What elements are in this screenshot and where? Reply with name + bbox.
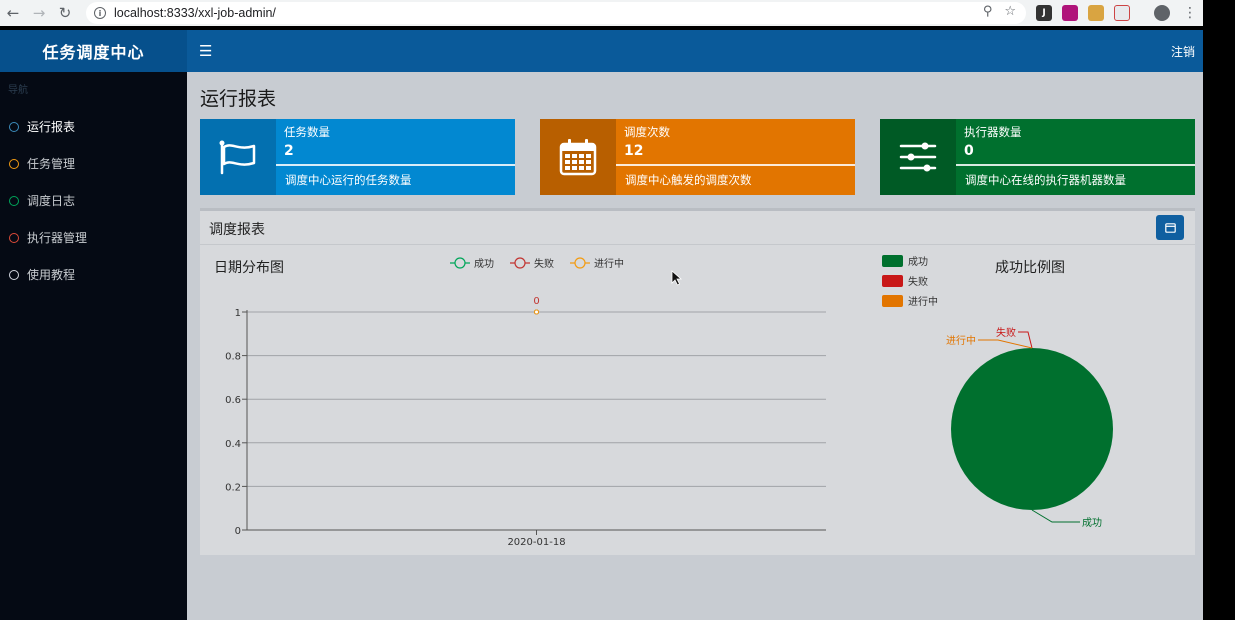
url-text: localhost:8333/xxl-job-admin/ <box>114 6 276 20</box>
legend-label: 成功 <box>474 258 494 270</box>
pie-slice <box>951 348 1113 510</box>
pie-label: 成功 <box>1082 517 1102 529</box>
window-edge <box>1203 0 1235 620</box>
sidebar-item-label: 调度日志 <box>27 194 76 208</box>
logout-link[interactable]: 注销 <box>1171 43 1195 60</box>
info-box-description: 调度中心在线的执行器机器数量 <box>965 173 1126 187</box>
top-header: 任务调度中心 ☰ 注销 <box>0 30 1203 72</box>
info-box-value: 0 <box>964 143 974 159</box>
brand-logo[interactable]: 任务调度中心 <box>0 30 187 72</box>
key-icon[interactable]: ⚲ <box>983 4 993 19</box>
info-box-label: 执行器数量 <box>964 125 1022 139</box>
browser-toolbar: ← → ↻ i localhost:8333/xxl-job-admin/ ⚲ … <box>0 0 1203 26</box>
info-icon[interactable]: i <box>94 7 106 19</box>
pie-chart-legend[interactable]: 成功失败进行中 <box>882 255 938 308</box>
calendar-icon <box>540 119 616 195</box>
extension-jsonview-icon[interactable] <box>1062 5 1078 21</box>
circle-icon <box>9 269 19 280</box>
sidebar-nav-header: 导航 <box>8 85 28 96</box>
more-menu-icon[interactable]: ⋮ <box>1183 3 1197 23</box>
info-box-value: 12 <box>624 143 644 159</box>
pie-label-line <box>978 339 1033 349</box>
info-box-value: 2 <box>284 143 294 159</box>
charts-canvas: 日期分布图 成功 失败 进行中 00.20.40.60.812020-01-18 0… <box>214 255 1113 548</box>
legend-swatch <box>882 255 903 267</box>
page-title: 运行报表 <box>200 88 277 110</box>
info-box-executors: 执行器数量 0 调度中心在线的执行器机器数量 <box>880 119 1195 195</box>
line-chart-legend[interactable]: 成功 失败 进行中 <box>450 257 624 270</box>
sidebar-item-label: 使用教程 <box>27 268 76 282</box>
app-root: ← → ↻ i localhost:8333/xxl-job-admin/ ⚲ … <box>0 0 1235 620</box>
circle-icon <box>9 158 19 169</box>
legend-marker <box>454 257 466 269</box>
address-bar[interactable]: i localhost:8333/xxl-job-admin/ ⚲ ☆ <box>86 2 1026 24</box>
circle-icon <box>9 121 19 132</box>
line-chart-marks[interactable]: 0 <box>533 296 540 315</box>
sidebar-item-tutorial[interactable]: 使用教程 <box>0 256 187 293</box>
y-tick-label: 0.4 <box>225 439 241 450</box>
pie-label-line <box>1031 509 1080 523</box>
y-tick-label: 0 <box>235 526 241 537</box>
pie-chart-marks[interactable]: 成功 失败进行中 <box>946 326 1113 529</box>
info-box-triggers: 调度次数 12 调度中心触发的调度次数 <box>540 119 855 195</box>
reload-icon[interactable]: ↻ <box>52 0 78 26</box>
back-arrow-icon[interactable]: ← <box>0 0 26 26</box>
legend-label: 进行中 <box>908 295 938 308</box>
data-label: 0 <box>533 296 539 307</box>
sidebar: 导航 运行报表 任务管理 调度日志 执行器管理 使用教程 <box>0 72 187 620</box>
data-point <box>534 309 539 315</box>
report-title: 调度报表 <box>209 222 265 238</box>
info-box-label: 调度次数 <box>624 125 670 139</box>
hamburger-menu-icon[interactable]: ☰ <box>199 42 212 60</box>
extension-cat-icon[interactable] <box>1088 5 1104 21</box>
sidebar-item-report[interactable]: 运行报表 <box>0 108 187 145</box>
info-box-description: 调度中心运行的任务数量 <box>285 173 412 187</box>
info-box-description: 调度中心触发的调度次数 <box>625 173 752 187</box>
star-icon[interactable]: ☆ <box>1004 4 1016 19</box>
circle-icon <box>9 232 19 243</box>
legend-label: 失败 <box>534 257 554 270</box>
legend-label: 进行中 <box>594 257 624 270</box>
legend-marker <box>514 257 526 269</box>
y-tick-label: 0.6 <box>225 395 241 406</box>
mouse-cursor-icon <box>671 270 683 286</box>
info-box-label: 任务数量 <box>284 125 330 139</box>
legend-label: 成功 <box>908 256 928 268</box>
x-tick-label: 2020-01-18 <box>507 537 565 548</box>
sidebar-item-label: 执行器管理 <box>27 231 88 245</box>
pie-chart-title: 成功比例图 <box>995 260 1065 276</box>
sidebar-item-label: 任务管理 <box>27 157 76 171</box>
main-content: 运行报表 任务数量 2 调度中心运行的任务数量 调度次数 12 调度中心触发的调… <box>187 72 1203 620</box>
legend-marker <box>574 257 586 269</box>
info-box-tasks: 任务数量 2 调度中心运行的任务数量 <box>200 119 515 195</box>
extension-puzzle-icon[interactable] <box>1114 5 1130 21</box>
legend-swatch <box>882 275 903 287</box>
sidebar-item-label: 运行报表 <box>27 120 76 134</box>
circle-icon <box>9 195 19 206</box>
date-range-button[interactable] <box>1156 215 1184 240</box>
legend-label: 失败 <box>908 275 928 288</box>
calendar-icon <box>1164 223 1176 233</box>
legend-swatch <box>882 295 903 307</box>
pie-label: 失败 <box>996 326 1016 339</box>
line-chart-axis: 0 0.2 0.4 0.6 0.8 1 2020-01-18 <box>225 308 565 548</box>
forward-arrow-icon[interactable]: → <box>26 0 52 26</box>
pie-label: 进行中 <box>946 334 976 347</box>
sidebar-item-logs[interactable]: 调度日志 <box>0 182 187 219</box>
sliders-icon <box>880 119 956 195</box>
date-chart-title: 日期分布图 <box>214 260 284 276</box>
schedule-report-panel: 调度报表 日期分布图 成功 失败 进行中 0 0.2 0.4 0.6 0.8 1 2020-01… <box>200 208 1195 555</box>
sidebar-item-jobs[interactable]: 任务管理 <box>0 145 187 182</box>
extension-j-icon[interactable]: J <box>1036 5 1052 21</box>
y-tick-label: 1 <box>235 308 241 319</box>
y-tick-label: 0.8 <box>225 352 241 363</box>
y-tick-label: 0.2 <box>225 482 241 493</box>
line-chart-grid <box>247 311 826 531</box>
flag-icon <box>200 119 276 195</box>
sidebar-item-executors[interactable]: 执行器管理 <box>0 219 187 256</box>
profile-avatar-icon[interactable] <box>1154 5 1170 21</box>
